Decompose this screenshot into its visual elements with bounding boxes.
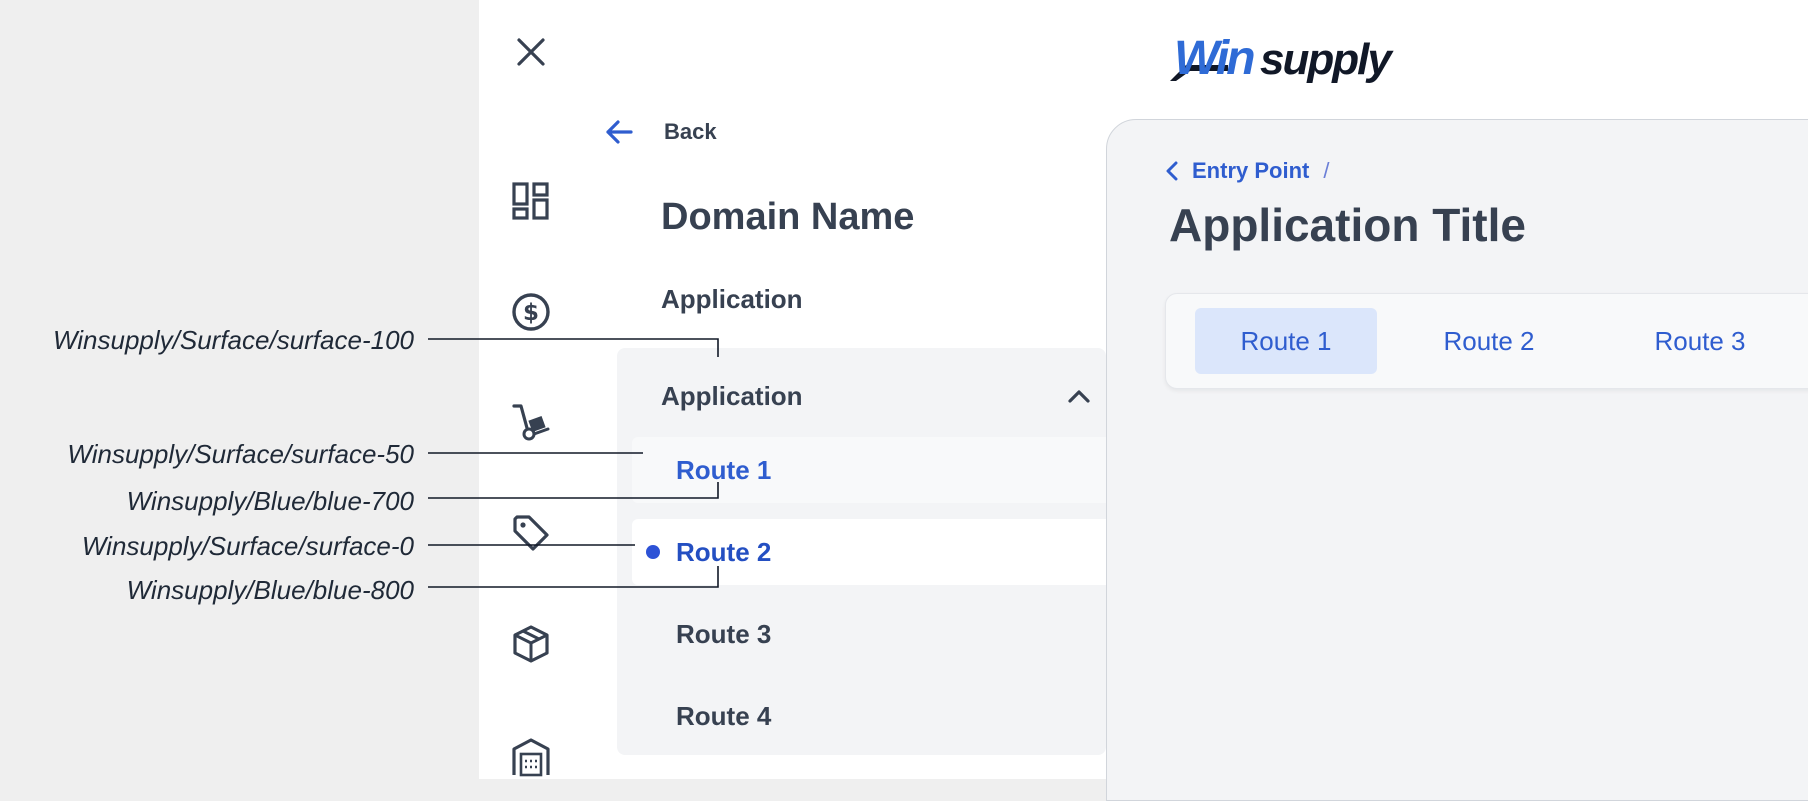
nav-route-1[interactable]: Route 1 <box>632 437 1106 503</box>
rail-item-products[interactable] <box>511 624 551 664</box>
application-link[interactable]: Application <box>661 284 803 315</box>
nav-route-4[interactable]: Route 4 <box>632 683 1106 749</box>
back-label: Back <box>664 119 717 144</box>
annotation-label-surface-50: Winsupply/Surface/surface-50 <box>67 439 414 469</box>
logo-win-text: Win <box>1174 32 1254 85</box>
breadcrumb-separator: / <box>1323 158 1330 183</box>
close-button[interactable] <box>511 32 551 72</box>
breadcrumb-entry-point[interactable]: Entry Point <box>1166 158 1309 184</box>
application-group-toggle[interactable]: Application <box>661 374 1091 418</box>
rail-item-warehouse[interactable] <box>511 737 551 777</box>
close-icon <box>517 38 545 66</box>
nav-route-3[interactable]: Route 3 <box>632 601 1106 667</box>
application-group-label: Application <box>661 380 803 411</box>
annotation-label-surface-100: Winsupply/Surface/surface-100 <box>52 325 414 355</box>
dollar-icon: $ <box>512 293 550 331</box>
annotation-label-blue-700: Winsupply/Blue/blue-700 <box>126 486 414 516</box>
nav-route-label: Route 3 <box>676 618 772 649</box>
rail-item-shipping[interactable] <box>511 402 551 442</box>
chevron-left-icon <box>1166 161 1178 181</box>
rail-item-finance[interactable]: $ <box>511 292 551 332</box>
box-icon <box>513 625 549 663</box>
nav-route-label: Route 2 <box>676 536 772 567</box>
dashboard-icon <box>512 182 549 220</box>
winsupply-logo: Win supply <box>1170 32 1396 85</box>
route-tab-bar: Route 1 Route 2 Route 3 <box>1165 293 1808 389</box>
rail-item-pricing[interactable] <box>511 513 551 553</box>
hand-truck-icon <box>512 404 550 441</box>
svg-text:$: $ <box>523 300 539 326</box>
warehouse-icon <box>512 738 550 777</box>
breadcrumb-link-label: Entry Point <box>1192 158 1310 183</box>
annotation-label-blue-800: Winsupply/Blue/blue-800 <box>126 575 414 605</box>
tab-route-3[interactable]: Route 3 <box>1615 308 1785 374</box>
nav-route-label: Route 4 <box>676 700 772 731</box>
tab-route-2[interactable]: Route 2 <box>1404 308 1574 374</box>
chevron-up-icon <box>1068 390 1090 403</box>
annotation-label-surface-0: Winsupply/Surface/surface-0 <box>81 531 414 561</box>
page-title: Application Title <box>1169 199 1526 251</box>
logo-supply-text: supply <box>1260 35 1394 84</box>
domain-name-heading: Domain Name <box>661 196 915 238</box>
rail-item-dashboard[interactable] <box>511 181 551 221</box>
selected-indicator-dot <box>646 545 660 559</box>
back-button[interactable]: Back <box>604 112 717 152</box>
nav-route-label: Route 1 <box>676 454 772 485</box>
tag-icon <box>513 515 549 551</box>
breadcrumb: Entry Point / <box>1166 154 1329 188</box>
arrow-left-icon <box>606 120 633 144</box>
tab-route-1[interactable]: Route 1 <box>1195 308 1377 374</box>
nav-route-2-selected[interactable]: Route 2 <box>632 519 1106 585</box>
